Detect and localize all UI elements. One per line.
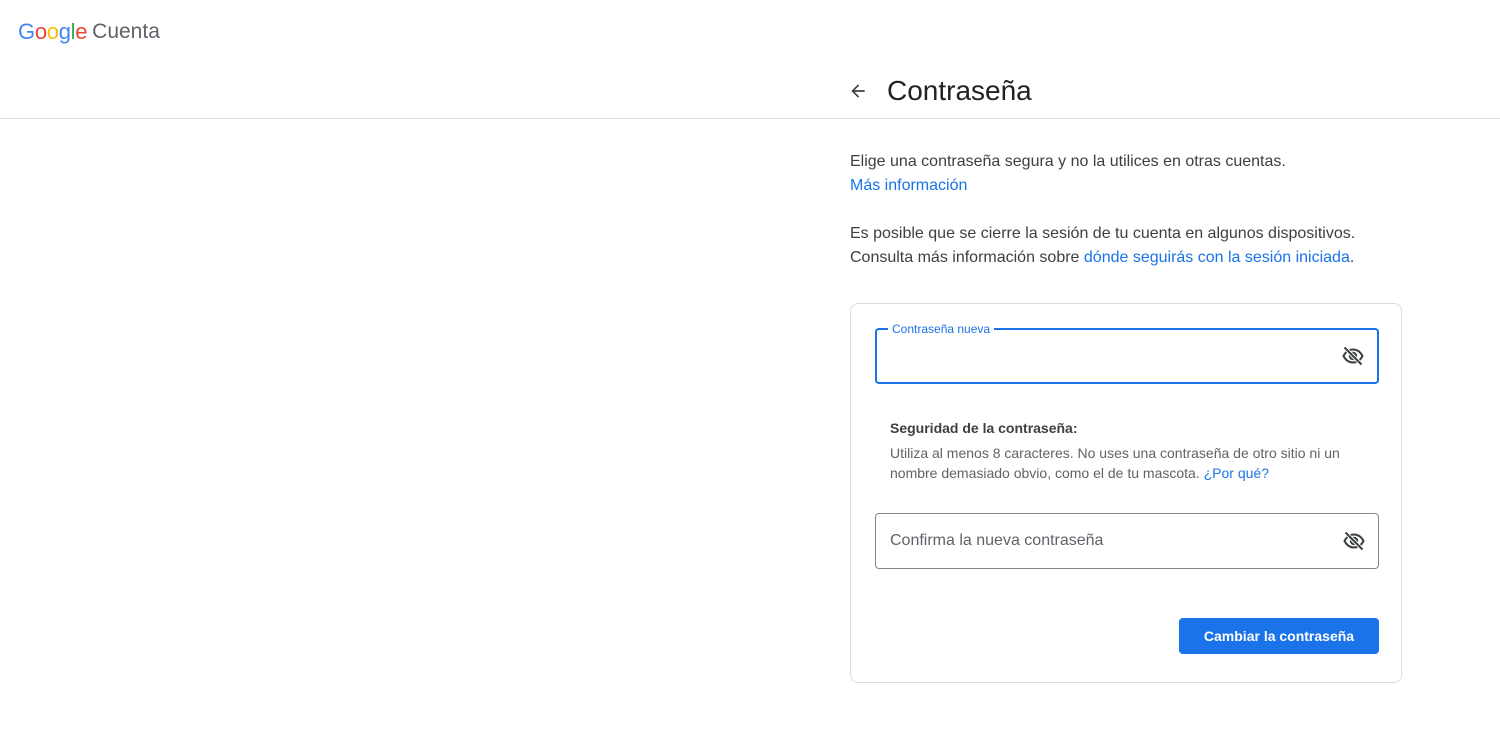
signout-note-end: .	[1349, 249, 1355, 266]
confirm-password-input[interactable]	[890, 514, 1330, 568]
new-password-field: Contraseña nueva	[875, 321, 1379, 384]
strength-description: Utiliza al menos 8 caracteres. No uses u…	[890, 443, 1370, 483]
new-password-input[interactable]	[891, 330, 1331, 382]
arrow-back-icon	[851, 84, 865, 98]
logo-letter-o1: o	[34, 19, 47, 44]
strength-text: Utiliza al menos 8 caracteres. No uses u…	[890, 445, 1340, 481]
google-account-logo[interactable]: Google Cuenta	[18, 19, 160, 45]
logo-letter-e: e	[75, 19, 88, 44]
intro-text: Elige una contraseña segura y no la util…	[850, 153, 1286, 170]
page-title: Contraseña	[887, 75, 1032, 106]
eye-off-icon	[1343, 531, 1365, 551]
product-name: Cuenta	[92, 20, 160, 43]
logo-letter-g2: g	[58, 19, 71, 44]
eye-off-icon	[1342, 346, 1364, 366]
why-link[interactable]: ¿Por qué?	[1204, 465, 1269, 481]
toggle-new-password-visibility-button[interactable]	[1339, 342, 1367, 370]
toggle-confirm-password-visibility-button[interactable]	[1340, 527, 1368, 555]
logo-letter-g: G	[18, 19, 35, 44]
back-button[interactable]	[845, 78, 871, 104]
signed-in-devices-link[interactable]: dónde seguirás con la sesión iniciada	[1084, 249, 1350, 266]
header-divider	[0, 118, 1500, 119]
change-password-button[interactable]: Cambiar la contraseña	[1179, 618, 1379, 654]
password-form-card: Contraseña nueva Seguridad de la contras…	[850, 303, 1402, 683]
password-strength-info: Seguridad de la contraseña: Utiliza al m…	[890, 418, 1370, 483]
logo-letter-o2: o	[46, 19, 59, 44]
intro-paragraph: Elige una contraseña segura y no la util…	[850, 150, 1410, 198]
signout-paragraph: Es posible que se cierre la sesión de tu…	[850, 222, 1410, 270]
learn-more-link[interactable]: Más información	[850, 177, 967, 194]
strength-title: Seguridad de la contraseña:	[890, 420, 1078, 436]
confirm-password-field	[875, 513, 1379, 569]
